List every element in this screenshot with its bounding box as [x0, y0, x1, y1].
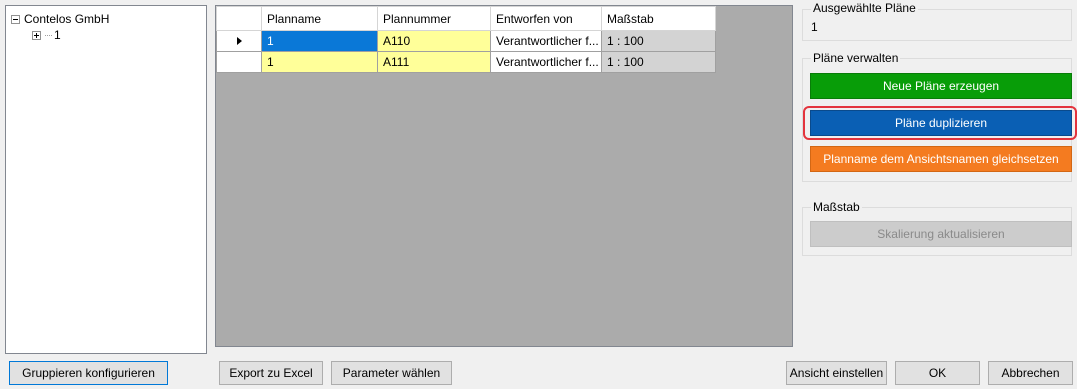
cell-planname[interactable]: 1 [261, 51, 378, 73]
plans-table: Planname Plannummer Entworfen von Maßsta… [216, 6, 716, 73]
tree-node-child[interactable]: 1 [32, 27, 61, 43]
column-header-planname[interactable]: Planname [261, 6, 378, 31]
column-header-plannummer[interactable]: Plannummer [377, 6, 491, 31]
cell-massstab[interactable]: 1 : 100 [601, 30, 716, 52]
selected-plans-title: Ausgewählte Pläne [811, 1, 918, 15]
scale-title: Maßstab [811, 200, 862, 214]
configure-grouping-button[interactable]: Gruppieren konfigurieren [9, 361, 168, 385]
tree-node-label: 1 [54, 28, 61, 42]
cell-massstab[interactable]: 1 : 100 [601, 51, 716, 73]
table-row[interactable]: 1 A110 Verantwortlicher f... 1 : 100 [216, 30, 716, 52]
rename-to-view-button[interactable]: Planname dem Ansichtsnamen gleichsetzen [810, 146, 1072, 172]
column-header-massstab[interactable]: Maßstab [601, 6, 716, 31]
new-plans-button[interactable]: Neue Pläne erzeugen [810, 73, 1072, 99]
tree-node-label: Contelos GmbH [24, 12, 110, 26]
current-row-arrow-icon [236, 37, 242, 45]
column-header-entworfen-von[interactable]: Entworfen von [490, 6, 602, 31]
plan-tree[interactable]: Contelos GmbH 1 [5, 5, 207, 354]
cell-planname[interactable]: 1 [261, 30, 378, 52]
header-row: Planname Plannummer Entworfen von Maßsta… [216, 6, 716, 31]
update-scaling-button[interactable]: Skalierung aktualisieren [810, 221, 1072, 247]
row-header[interactable] [216, 51, 262, 73]
expand-icon[interactable] [32, 30, 41, 40]
choose-parameters-button[interactable]: Parameter wählen [331, 361, 452, 385]
cell-plannummer[interactable]: A110 [377, 30, 491, 52]
set-view-button[interactable]: Ansicht einstellen [786, 361, 887, 385]
selected-plans-group: Ausgewählte Pläne 1 [802, 1, 1072, 41]
duplicate-plans-button[interactable]: Pläne duplizieren [810, 110, 1072, 136]
plans-grid[interactable]: Planname Plannummer Entworfen von Maßsta… [215, 5, 793, 347]
export-excel-button[interactable]: Export zu Excel [219, 361, 323, 385]
collapse-icon[interactable] [11, 14, 20, 24]
cancel-button[interactable]: Abbrechen [988, 361, 1073, 385]
cell-plannummer[interactable]: A111 [377, 51, 491, 73]
tree-connector [45, 34, 52, 36]
selected-plans-count: 1 [811, 20, 818, 34]
tree-node-root[interactable]: Contelos GmbH [11, 11, 109, 27]
row-header-corner[interactable] [216, 6, 262, 31]
cell-entworfen-von[interactable]: Verantwortlicher f... [490, 30, 602, 52]
row-header[interactable] [216, 30, 262, 52]
manage-plans-title: Pläne verwalten [811, 51, 901, 65]
ok-button[interactable]: OK [895, 361, 980, 385]
table-row[interactable]: 1 A111 Verantwortlicher f... 1 : 100 [216, 51, 716, 73]
cell-entworfen-von[interactable]: Verantwortlicher f... [490, 51, 602, 73]
